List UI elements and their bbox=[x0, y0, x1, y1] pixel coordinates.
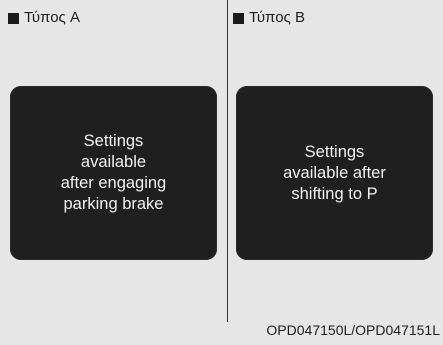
type-b-message-line-2: available after bbox=[283, 163, 386, 182]
type-a-message-line-2: available bbox=[80, 153, 147, 171]
type-b-header: Τύπος B bbox=[233, 9, 305, 27]
figure-code: OPD047150L/OPD047151L bbox=[266, 322, 440, 338]
type-a-panel: Τύπος A Settings available after engagin… bbox=[0, 0, 227, 345]
type-a-message-line-3: after engaging bbox=[60, 174, 167, 192]
type-a-message-line-1: Settings bbox=[83, 132, 144, 150]
square-bullet-icon bbox=[233, 12, 244, 24]
type-b-display-screen: Settings available after shifting to P bbox=[236, 86, 433, 260]
type-a-display-screen: Settings available after engaging parkin… bbox=[10, 86, 217, 260]
type-a-header: Τύπος A bbox=[8, 9, 80, 27]
square-bullet-icon bbox=[8, 12, 19, 24]
type-b-message-line-3: shifting to P bbox=[291, 184, 378, 203]
type-a-label: Τύπος A bbox=[24, 9, 80, 26]
type-b-message: Settings available after shifting to P bbox=[283, 142, 386, 205]
type-a-message: Settings available after engaging parkin… bbox=[61, 131, 167, 215]
type-b-panel: Τύπος B Settings available after shiftin… bbox=[228, 0, 443, 345]
type-a-message-line-4: parking brake bbox=[63, 195, 164, 213]
type-b-message-line-1: Settings bbox=[304, 142, 365, 161]
type-b-label: Τύπος B bbox=[249, 9, 305, 26]
